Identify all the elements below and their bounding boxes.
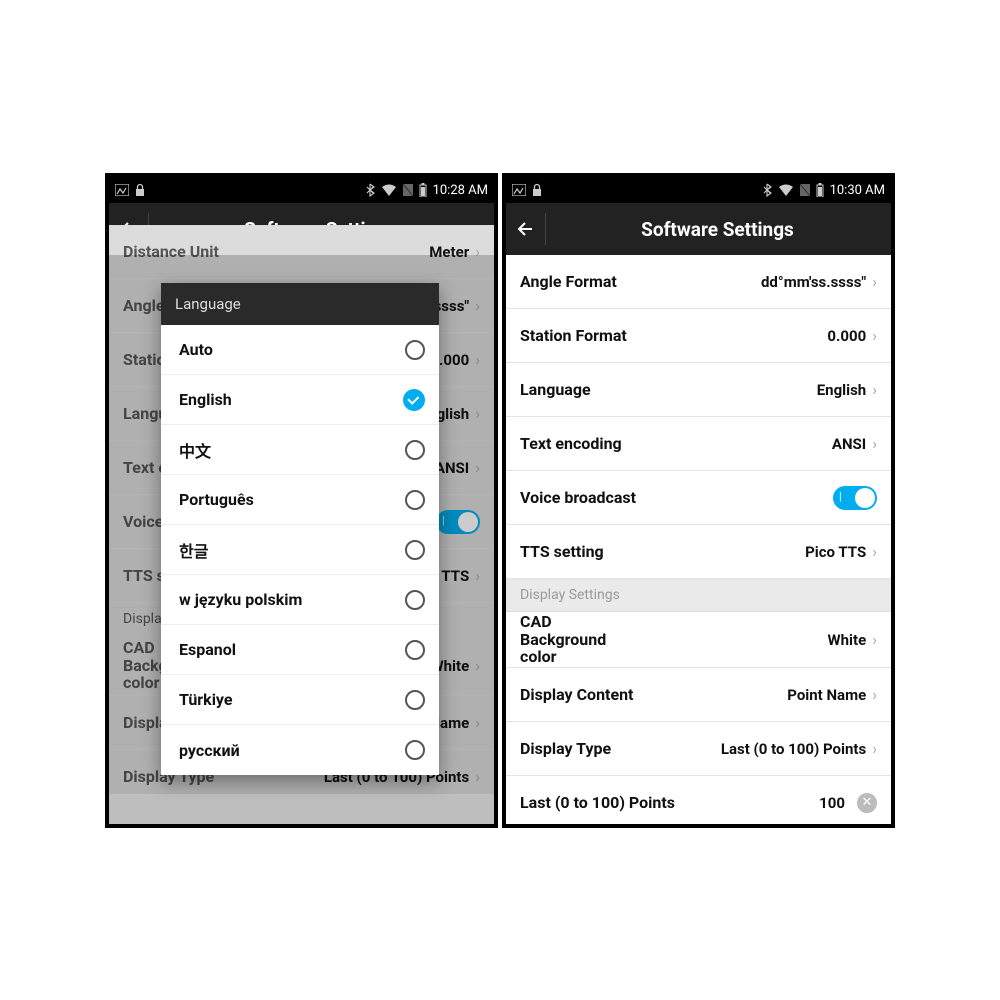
label: Station Format [520, 326, 627, 345]
row-language[interactable]: Language English › [506, 363, 891, 417]
status-bar: 10:30 AM [506, 177, 891, 203]
label: CAD Background color [520, 613, 640, 666]
row-text-encoding[interactable]: Text encoding ANSI › [506, 417, 891, 471]
lock-icon [532, 183, 542, 197]
language-option[interactable]: Espanol [161, 625, 439, 675]
language-option[interactable]: Português [161, 475, 439, 525]
wifi-icon [381, 184, 397, 196]
status-time: 10:30 AM [830, 183, 885, 198]
back-arrow-icon [515, 218, 537, 240]
radio-icon [405, 540, 425, 560]
label: Last (0 to 100) Points [520, 793, 675, 812]
value: 0.000 [827, 327, 866, 345]
language-option[interactable]: Auto [161, 325, 439, 375]
row-angle-format[interactable]: Angle Format dd°mm'ss.ssss" › [506, 255, 891, 309]
value: Point Name [787, 686, 866, 704]
radio-icon [405, 640, 425, 660]
row-display-content[interactable]: Display Content Point Name › [506, 668, 891, 722]
back-button[interactable] [514, 213, 546, 245]
option-label: Türkiye [179, 690, 233, 709]
label: Voice broadcast [520, 488, 636, 507]
value: 100 [819, 794, 845, 812]
row-station-format[interactable]: Station Format 0.000 › [506, 309, 891, 363]
language-dialog: Language Auto English 中文 Português 한글 [161, 283, 439, 775]
row-cad-bg[interactable]: CAD Background color White › [506, 612, 891, 668]
phone-right: 10:30 AM Software Settings Angle Format … [502, 173, 895, 828]
value: ANSI [832, 435, 866, 453]
radio-icon [405, 690, 425, 710]
chevron-right-icon: › [872, 739, 877, 758]
value: White [828, 631, 867, 649]
language-option[interactable]: w języku polskim [161, 575, 439, 625]
value: dd°mm'ss.ssss" [761, 273, 866, 291]
wifi-icon [778, 184, 794, 196]
value: Pico TTS [805, 543, 866, 561]
language-option[interactable]: 한글 [161, 525, 439, 575]
chevron-right-icon: › [872, 685, 877, 704]
option-label: русский [179, 741, 240, 760]
radio-selected-icon [403, 389, 425, 411]
lock-icon [135, 183, 145, 197]
chevron-right-icon: › [872, 272, 877, 291]
section-header-display: Display Settings [506, 579, 891, 612]
row-last-points[interactable]: Last (0 to 100) Points 100 ✕ [506, 776, 891, 824]
settings-list: Angle Format dd°mm'ss.ssss" › Station For… [506, 255, 891, 824]
chevron-right-icon: › [872, 434, 877, 453]
battery-icon [419, 183, 427, 197]
radio-icon [405, 740, 425, 760]
page-title: Software Settings [641, 218, 794, 241]
toggle-switch[interactable]: | [833, 486, 877, 510]
chevron-right-icon: › [872, 326, 877, 345]
language-option[interactable]: русский [161, 725, 439, 775]
language-option[interactable]: 中文 [161, 425, 439, 475]
sim-icon [800, 184, 810, 196]
radio-icon [405, 340, 425, 360]
label: Language [520, 380, 591, 399]
language-option[interactable]: English [161, 375, 439, 425]
option-label: 한글 [179, 538, 208, 562]
option-label: w języku polskim [179, 590, 302, 609]
gallery-icon [512, 184, 526, 196]
option-label: Auto [179, 340, 213, 359]
bluetooth-icon [366, 183, 375, 197]
chevron-right-icon: › [872, 630, 877, 649]
dialog-title: Language [161, 283, 439, 325]
row-display-type[interactable]: Display Type Last (0 to 100) Points › [506, 722, 891, 776]
app-bar: Software Settings [506, 203, 891, 255]
language-option[interactable]: Türkiye [161, 675, 439, 725]
value: Last (0 to 100) Points [721, 740, 866, 758]
radio-icon [405, 590, 425, 610]
option-label: 中文 [179, 438, 211, 462]
clear-icon[interactable]: ✕ [857, 793, 877, 813]
label: Display Content [520, 685, 633, 704]
label: Angle Format [520, 272, 617, 291]
radio-icon [405, 440, 425, 460]
radio-icon [405, 490, 425, 510]
option-label: Espanol [179, 640, 236, 659]
label: Display Type [520, 739, 611, 758]
chevron-right-icon: › [872, 542, 877, 561]
chevron-right-icon: › [872, 380, 877, 399]
label: TTS setting [520, 542, 604, 561]
battery-icon [816, 183, 824, 197]
label: Text encoding [520, 434, 622, 453]
row-voice-broadcast[interactable]: Voice broadcast | [506, 471, 891, 525]
option-label: Português [179, 490, 254, 509]
option-label: English [179, 390, 232, 409]
gallery-icon [115, 184, 129, 196]
status-bar: 10:28 AM [109, 177, 494, 203]
status-time: 10:28 AM [433, 183, 488, 198]
bluetooth-icon [763, 183, 772, 197]
value: English [817, 381, 866, 399]
phone-left: 10:28 AM Software Settings Distance Unit… [105, 173, 498, 828]
sim-icon [403, 184, 413, 196]
row-tts-setting[interactable]: TTS setting Pico TTS › [506, 525, 891, 579]
